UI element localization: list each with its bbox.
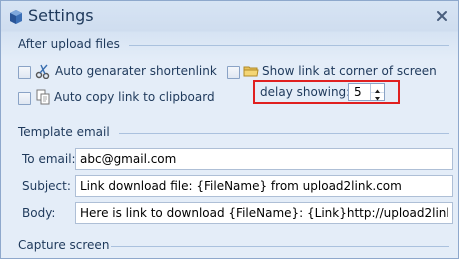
- folder-icon: [243, 66, 259, 77]
- subject-input[interactable]: [75, 175, 453, 197]
- title-bar: Settings: [1, 1, 458, 31]
- copy-icon: [36, 89, 50, 105]
- stepper-buttons: [370, 84, 384, 101]
- auto-copy-label: Auto copy link to clipboard: [54, 90, 215, 104]
- subject-label: Subject:: [22, 179, 71, 193]
- window-title: Settings: [28, 6, 94, 25]
- auto-shortlink-checkbox[interactable]: [18, 66, 31, 79]
- show-link-corner-checkbox[interactable]: [227, 66, 240, 79]
- auto-copy-checkbox[interactable]: [18, 92, 31, 105]
- auto-shortlink-label: Auto genarater shortenlink: [55, 64, 217, 78]
- section-divider: [119, 133, 449, 134]
- section-title-capture-screen: Capture screen: [18, 238, 110, 252]
- scissors-icon: [35, 64, 50, 79]
- section-title-template-email: Template email: [18, 125, 110, 139]
- settings-window: Settings After upload files Auto genarat…: [0, 0, 459, 259]
- to-email-label: To email:: [22, 152, 76, 166]
- section-divider: [129, 45, 449, 46]
- close-icon[interactable]: [436, 10, 448, 22]
- delay-showing-label: delay showing:: [260, 85, 351, 99]
- body-input[interactable]: [75, 202, 453, 224]
- to-email-input[interactable]: [75, 148, 453, 170]
- show-link-corner-label: Show link at corner of screen: [262, 64, 437, 78]
- arrow-down-icon: [375, 97, 380, 101]
- delay-stepper[interactable]: 5: [348, 83, 385, 101]
- delay-value[interactable]: 5: [354, 85, 362, 99]
- app-icon: [10, 10, 22, 24]
- stepper-down-button[interactable]: [371, 92, 384, 101]
- section-divider: [111, 246, 449, 247]
- body-label: Body:: [22, 206, 56, 220]
- section-title-after-upload: After upload files: [18, 37, 120, 51]
